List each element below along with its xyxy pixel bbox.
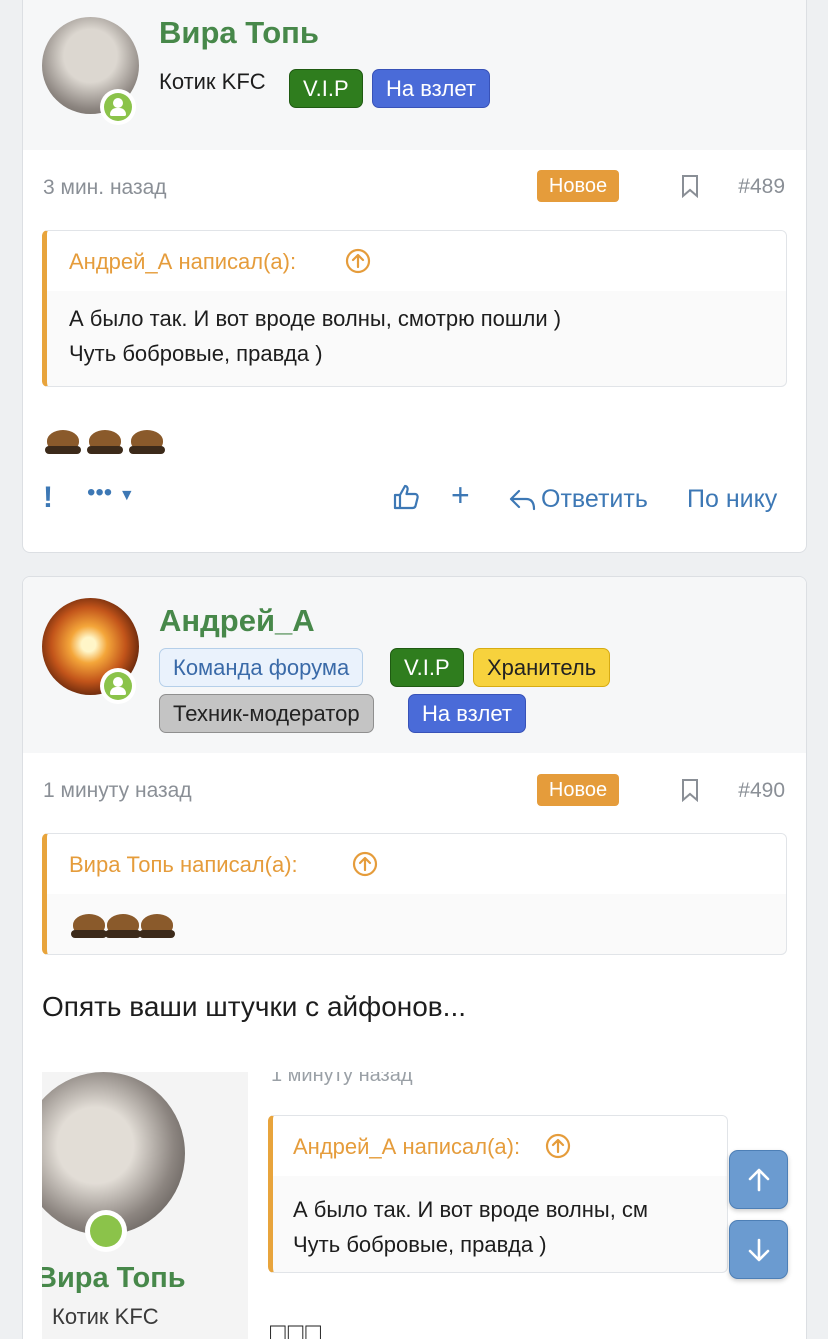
- quote-line: Чуть бобровые, правда ): [293, 1232, 547, 1257]
- quote-text: А было так. И вот вроде волны, смотрю по…: [69, 301, 561, 371]
- quote-line: А было так. И вот вроде волны, смотрю по…: [69, 306, 562, 331]
- post-number[interactable]: #490: [738, 779, 785, 803]
- screenshot-user-panel: Вира Топь Котик KFC: [42, 1072, 248, 1339]
- username[interactable]: Вира Топь: [159, 15, 319, 51]
- post-490: Андрей_А Команда форума V.I.P Хранитель …: [22, 576, 807, 1339]
- arrow-up-circle-icon[interactable]: [352, 851, 378, 877]
- screenshot-quote-text: А было так. И вот вроде волны, см Чуть б…: [293, 1192, 648, 1262]
- screenshot-quote-author: Андрей_А написал(а):: [293, 1134, 521, 1159]
- like-icon[interactable]: [392, 483, 420, 511]
- user-title: Котик KFC: [159, 69, 266, 94]
- beaver-emoji: [127, 422, 167, 458]
- username[interactable]: Андрей_А: [159, 603, 315, 639]
- badge-keeper: Хранитель: [473, 648, 611, 687]
- post-number[interactable]: #489: [738, 175, 785, 199]
- online-status-icon: [85, 1210, 127, 1252]
- beaver-emoji: [103, 906, 141, 938]
- badge-vip: V.I.P: [289, 69, 363, 108]
- quote-block: Вира Топь написал(а):: [42, 833, 787, 955]
- screenshot-time: 1 минуту назад: [271, 1072, 413, 1086]
- emoji-row: [43, 422, 169, 463]
- post-text: Опять ваши штучки с айфонов...: [42, 991, 467, 1022]
- post-actions: ! ••• ▼ + Ответить По нику: [23, 477, 806, 525]
- screenshot-quote: Андрей_А написал(а): А было так. И вот в…: [268, 1115, 728, 1273]
- badge-tech-moderator: Техник-модератор: [159, 694, 374, 733]
- quote-line: А было так. И вот вроде волны, см: [293, 1197, 649, 1222]
- post-time[interactable]: 3 мин. назад: [43, 176, 167, 200]
- online-status-icon: [100, 668, 136, 704]
- beaver-emoji: [43, 422, 83, 458]
- badge-up: На взлет: [372, 69, 490, 108]
- arrow-up-circle-icon[interactable]: [345, 248, 371, 274]
- scroll-to-bottom-button[interactable]: [729, 1220, 788, 1279]
- reply-icon: [509, 489, 536, 510]
- bookmark-icon[interactable]: [681, 778, 699, 802]
- arrow-down-icon: [748, 1238, 769, 1261]
- quote-author[interactable]: Андрей_А написал(а):: [69, 249, 296, 275]
- quote-author[interactable]: Вира Топь написал(а):: [69, 852, 298, 878]
- post-489: Вира Топь Котик KFC V.I.P На взлет 3 мин…: [22, 0, 807, 553]
- quote-block: Андрей_А написал(а): А было так. И вот в…: [42, 230, 787, 387]
- badge-vip: V.I.P: [390, 648, 464, 687]
- online-status-icon: [100, 89, 136, 125]
- reply-button[interactable]: Ответить: [509, 485, 648, 514]
- badge-team: Команда форума: [159, 648, 364, 687]
- reply-label: Ответить: [541, 485, 648, 513]
- plus-icon[interactable]: +: [451, 477, 470, 514]
- screenshot-missing-glyphs: □□□: [270, 1317, 324, 1339]
- quote-line: Чуть бобровые, правда ): [69, 341, 323, 366]
- quote-emoji-row: [69, 906, 175, 941]
- screenshot-user-title: Котик KFC: [52, 1304, 159, 1329]
- embedded-screenshot[interactable]: Вира Топь Котик KFC 1 минуту назад Андре…: [42, 1072, 806, 1339]
- by-nick-button[interactable]: По нику: [687, 485, 777, 514]
- arrow-up-circle-icon: [545, 1133, 571, 1159]
- beaver-emoji: [85, 422, 125, 458]
- arrow-up-icon: [748, 1168, 769, 1191]
- new-badge: Новое: [537, 774, 619, 806]
- scroll-to-top-button[interactable]: [729, 1150, 788, 1209]
- new-badge: Новое: [537, 170, 619, 202]
- screenshot-username: Вира Топь: [42, 1262, 186, 1294]
- post-time[interactable]: 1 минуту назад: [43, 779, 192, 803]
- beaver-emoji: [137, 906, 175, 938]
- more-menu[interactable]: ••• ▼: [87, 479, 135, 507]
- report-icon[interactable]: !: [43, 481, 53, 515]
- beaver-emoji: [69, 906, 107, 938]
- user-header: Андрей_А Команда форума V.I.P Хранитель …: [23, 577, 806, 753]
- bookmark-icon[interactable]: [681, 174, 699, 198]
- user-header: Вира Топь Котик KFC V.I.P На взлет: [23, 0, 806, 150]
- badge-up: На взлет: [408, 694, 526, 733]
